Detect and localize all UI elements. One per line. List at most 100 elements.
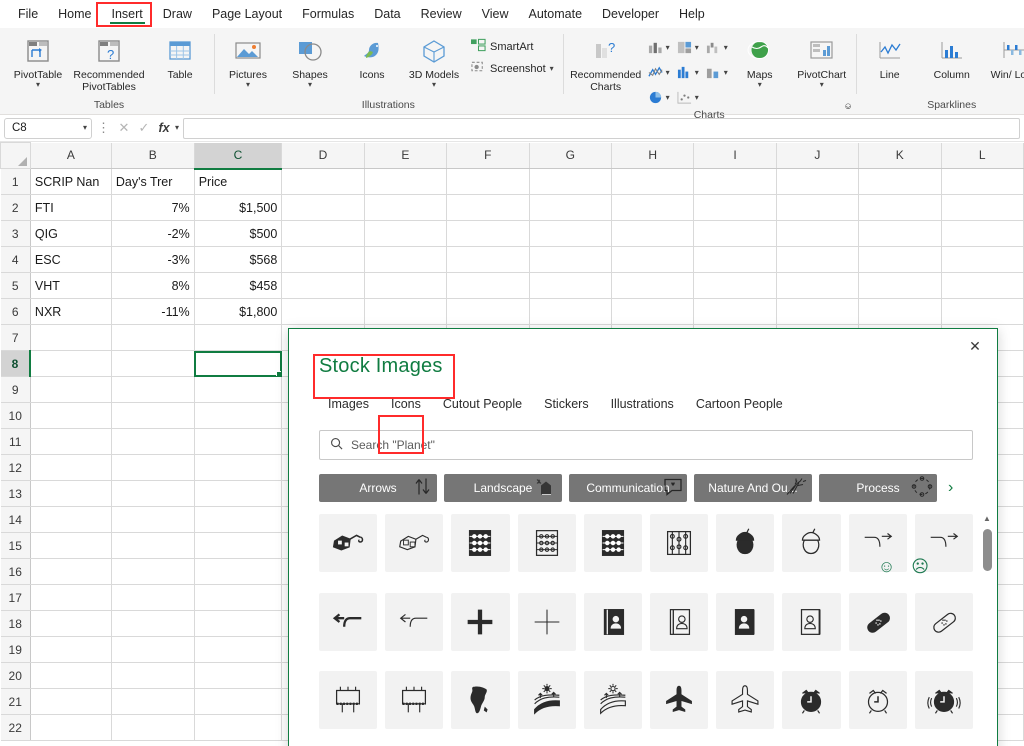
cell-B22[interactable] [110,714,195,741]
farm-field-outline-icon[interactable] [583,671,642,729]
cell-A15[interactable] [29,532,112,559]
arrow-curve-left-bold-icon[interactable] [319,592,378,651]
cell-C18[interactable] [193,610,283,637]
row-header-8[interactable]: 8 [0,350,32,377]
cell-I3[interactable] [693,220,777,247]
recommended-pivottables-button[interactable]: ? Recommended PivotTables [70,32,148,96]
formula-bar-more-icon[interactable]: ⋮ [94,120,113,136]
shapes-button[interactable]: Shapes ▾ [280,32,340,92]
cell-A11[interactable] [29,428,112,455]
cell-K5[interactable] [858,272,942,299]
ribbon-tab-data[interactable]: Data [364,3,410,25]
chevron-down-icon[interactable]: ▾ [666,93,670,102]
plus-thin-icon[interactable] [517,592,576,651]
cell-K4[interactable] [858,246,942,273]
cell-C4[interactable]: $568 [193,246,283,273]
cell-I1[interactable] [693,168,777,195]
cell-A8[interactable] [29,350,112,377]
row-header-22[interactable]: 22 [0,714,31,741]
cell-H2[interactable] [610,194,695,221]
chevron-down-icon[interactable]: ▾ [36,81,40,89]
bar-chart-button[interactable]: ▾ [676,65,699,80]
cell-L1[interactable] [940,168,1024,195]
airplane-filled-icon[interactable] [650,671,709,729]
row-header-17[interactable]: 17 [0,584,31,611]
cell-D1[interactable] [281,168,365,195]
acorn-outline-icon[interactable] [782,514,841,572]
category-chip-communication[interactable]: Communication [569,474,687,502]
icon-grid-scrollbar[interactable]: ▲ ▼ [982,514,997,746]
cell-B13[interactable] [110,480,195,507]
category-chip-nature-and-outdoors[interactable]: Nature And Ou... [694,474,812,502]
cell-H6[interactable] [610,298,695,325]
col-header-I[interactable]: I [693,142,777,169]
formula-bar-expand-icon[interactable]: ▾ [175,124,179,132]
category-chip-arrows[interactable]: Arrows [319,474,437,502]
cell-B14[interactable] [110,506,195,533]
cell-B11[interactable] [110,428,195,455]
cell-B10[interactable] [110,402,195,429]
bandage-filled-icon[interactable] [848,592,907,651]
ribbon-tab-formulas[interactable]: Formulas [292,3,364,25]
acorn-filled-icon[interactable] [716,514,775,572]
cell-A12[interactable] [29,454,112,481]
cell-C19[interactable] [193,636,283,663]
name-box[interactable]: C8 ▾ [4,117,92,139]
chevron-down-icon[interactable]: ▾ [666,43,670,52]
cell-C14[interactable] [193,506,283,533]
cell-A7[interactable] [29,324,112,351]
ribbon-tab-view[interactable]: View [472,3,519,25]
category-chip-landscape[interactable]: Landscape [444,474,562,502]
row-header-5[interactable]: 5 [0,272,31,299]
abacus-outline-icon[interactable] [517,514,576,572]
cell-E3[interactable] [363,220,448,247]
row-header-4[interactable]: 4 [0,246,31,273]
cell-H5[interactable] [610,272,695,299]
row-header-15[interactable]: 15 [0,532,31,559]
cell-D2[interactable] [281,194,365,221]
cell-I5[interactable] [693,272,777,299]
feedback-sad-icon[interactable]: ☹ [911,557,929,577]
table-button[interactable]: Table [150,32,210,84]
select-all-corner[interactable] [0,142,31,169]
farm-field-filled-icon[interactable] [517,671,576,729]
cell-C1[interactable]: Price [193,168,283,195]
cell-C16[interactable] [193,558,283,585]
cell-B17[interactable] [110,584,195,611]
col-header-D[interactable]: D [281,142,365,169]
cell-F2[interactable] [446,194,530,221]
cell-L2[interactable] [940,194,1024,221]
chevron-down-icon[interactable]: ▾ [432,81,436,89]
cell-B18[interactable] [110,610,195,637]
cell-J2[interactable] [775,194,860,221]
cell-C8[interactable] [193,350,283,377]
ribbon-tab-draw[interactable]: Draw [153,3,202,25]
cell-C3[interactable]: $500 [193,220,283,247]
cell-B19[interactable] [110,636,195,663]
maps-button[interactable]: Maps ▾ [730,32,790,92]
cell-K3[interactable] [858,220,942,247]
billboard-filled-icon[interactable] [319,671,378,729]
cell-A9[interactable] [29,376,112,403]
cell-C17[interactable] [193,584,283,611]
row-header-18[interactable]: 18 [0,610,31,637]
row-header-9[interactable]: 9 [0,376,31,403]
ribbon-tab-automate[interactable]: Automate [519,3,593,25]
chevron-down-icon[interactable]: ▾ [724,68,728,77]
cell-A6[interactable]: NXR [29,298,112,325]
cell-B12[interactable] [110,454,195,481]
alarm-clock-outline-icon[interactable] [848,671,907,729]
airplane-outline-icon[interactable] [716,671,775,729]
cell-C5[interactable]: $458 [193,272,283,299]
tab-cutout-people[interactable]: Cutout People [434,392,531,420]
bandage-outline-icon[interactable] [914,592,973,651]
cell-A19[interactable] [29,636,112,663]
row-header-7[interactable]: 7 [0,324,31,351]
cell-G3[interactable] [528,220,612,247]
ribbon-tab-page-layout[interactable]: Page Layout [202,3,292,25]
cell-C7[interactable] [193,324,283,351]
column-chart-button[interactable]: ▾ [647,40,670,55]
ribbon-tab-review[interactable]: Review [411,3,472,25]
tab-stickers[interactable]: Stickers [535,392,597,420]
row-header-1[interactable]: 1 [0,168,31,195]
